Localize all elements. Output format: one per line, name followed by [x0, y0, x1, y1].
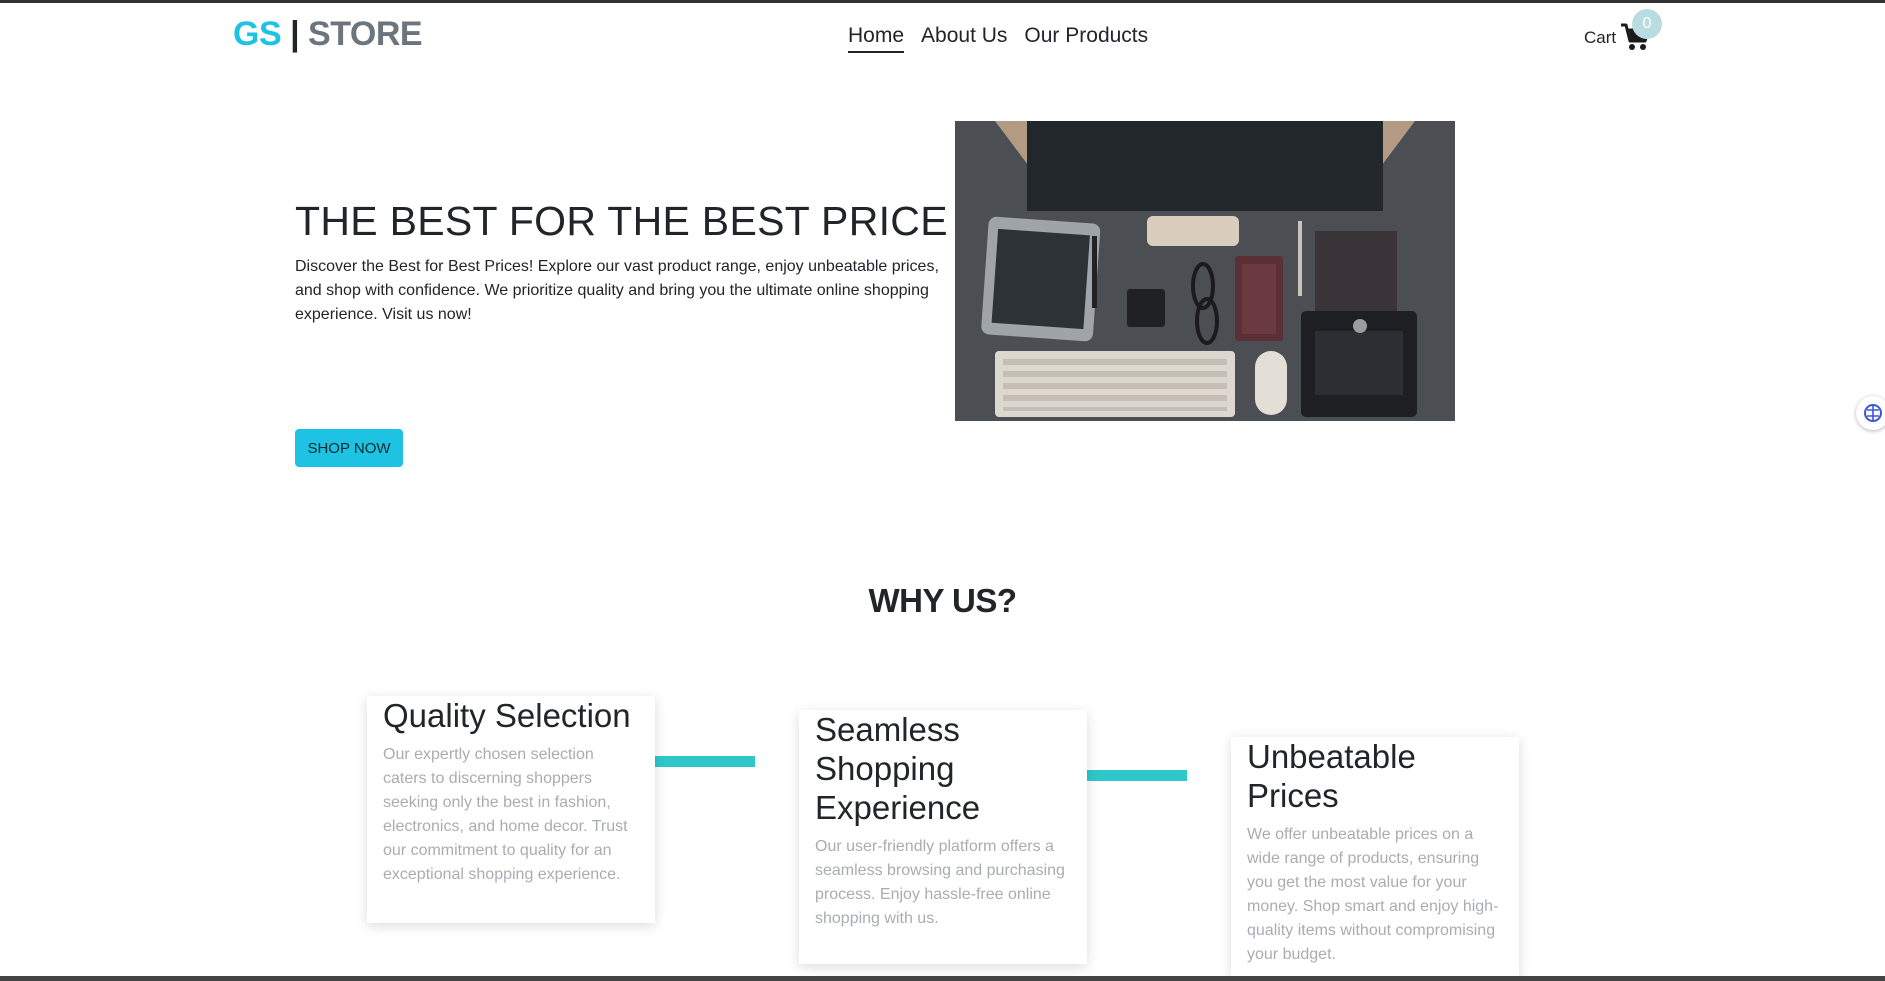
why-us-heading: WHY US?: [868, 582, 1017, 619]
cart-count-badge: 0: [1632, 9, 1662, 39]
assistant-widget-button[interactable]: [1856, 396, 1885, 430]
brand-gs: GS: [233, 15, 282, 53]
feature-card-text: We offer unbeatable prices on a wide ran…: [1247, 826, 1499, 963]
feature-card-prices: Unbeatable Prices We offer unbeatable pr…: [1231, 737, 1519, 977]
feature-card-seamless: Seamless Shopping Experience Our user-fr…: [799, 710, 1087, 964]
nav-our-products[interactable]: Our Products: [1024, 24, 1148, 53]
card-connector-1: [655, 756, 755, 767]
shop-now-button[interactable]: SHOP NOW: [295, 429, 403, 467]
nav-home[interactable]: Home: [848, 24, 905, 53]
nav-about-us[interactable]: About Us: [921, 24, 1007, 53]
hero-description: Discover the Best for Best Prices! Explo…: [295, 258, 939, 323]
cart-label: Cart: [1584, 28, 1617, 47]
brand-store: STORE: [308, 15, 423, 53]
hero-title: THE BEST FOR THE BEST PRICE: [295, 198, 948, 244]
window-top-border: [0, 0, 1885, 3]
feature-card-quality: Quality Selection Our expertly chosen se…: [367, 696, 655, 923]
feature-card-text: Our user-friendly platform offers a seam…: [815, 838, 1065, 927]
feature-card-title: Seamless Shopping Experience: [815, 711, 981, 826]
card-connector-2: [1087, 770, 1187, 781]
window-bottom-border: [0, 976, 1885, 981]
brand-separator: |: [290, 15, 300, 53]
feature-card-title: Quality Selection: [383, 697, 631, 734]
cart-button[interactable]: Cart 0: [1584, 9, 1664, 58]
feature-card-title: Unbeatable Prices: [1247, 738, 1416, 814]
brand-logo[interactable]: GS | STORE: [233, 15, 423, 54]
feature-card-text: Our expertly chosen selection caters to …: [383, 746, 628, 883]
hero-desk-image: [955, 121, 1455, 421]
brain-icon: [1864, 404, 1882, 422]
main-nav: Home About Us Our Products: [848, 24, 1148, 53]
